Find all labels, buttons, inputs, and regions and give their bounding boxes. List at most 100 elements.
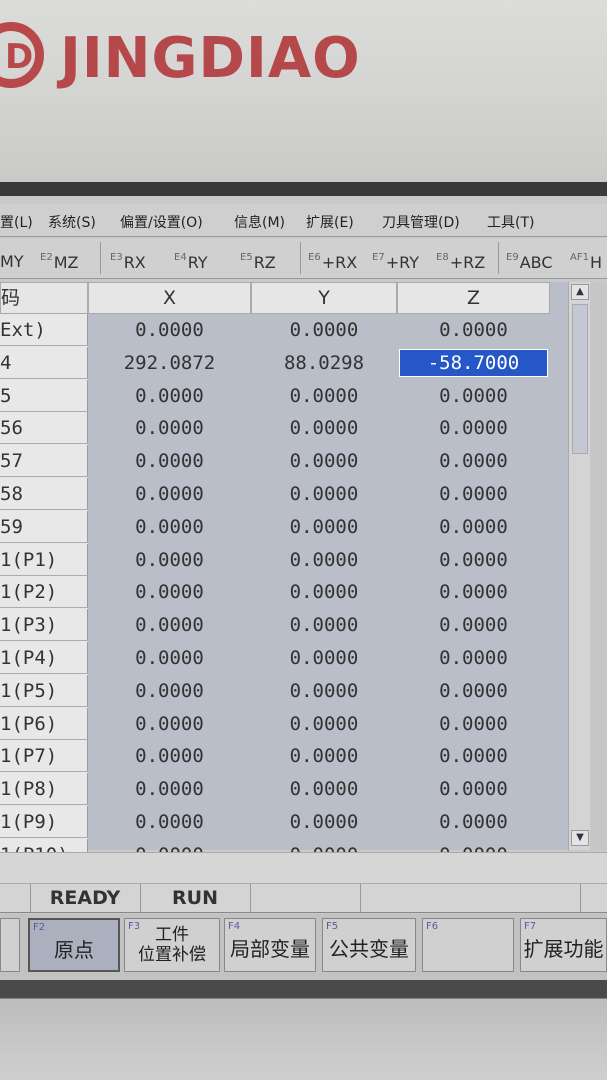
fkey-my[interactable]: MY [0,252,24,271]
table-cell-x[interactable]: 0.0000 [88,478,251,510]
table-cell-y[interactable]: 0.0000 [251,609,397,641]
row-label[interactable]: 58 [0,478,88,510]
table-cell-x[interactable]: 0.0000 [88,708,251,740]
function-key-row: MY E2MZ E3RX E4RY E5RZ E6+RX E7+RY E8+RZ… [0,238,607,279]
menu-item-extend[interactable]: 扩展(E) [306,212,354,232]
table-cell-z[interactable]: 0.0000 [397,511,550,543]
row-label[interactable]: 56 [0,412,88,445]
table-cell-y[interactable]: 0.0000 [251,544,397,576]
table-cell-z[interactable]: -58.7000 [399,348,548,377]
softkey-local-variables[interactable]: F4 局部变量 [224,918,316,972]
row-label[interactable]: 1(P5) [0,674,88,707]
table-cell-z[interactable]: 0.0000 [397,314,550,346]
fkey-ry[interactable]: E4RY [174,252,208,272]
fkey-af1[interactable]: AF1H [570,252,602,272]
header-z[interactable]: Z [397,282,550,314]
table-cell-y[interactable]: 88.0298 [251,347,397,379]
table-cell-x[interactable]: 0.0000 [88,609,251,641]
table-cell-z[interactable]: 0.0000 [397,478,550,510]
menu-item-tool-manage[interactable]: 刀具管理(D) [382,212,460,232]
fkey-mz[interactable]: E2MZ [40,252,78,272]
scroll-down-icon[interactable]: ▼ [571,830,589,846]
table-cell-z[interactable]: 0.0000 [397,412,550,444]
fkey-plus-rz[interactable]: E8+RZ [436,252,485,272]
table-cell-x[interactable]: 0.0000 [88,511,251,543]
header-x[interactable]: X [88,282,251,314]
brand-name: JINGDIAO [60,26,361,91]
scroll-thumb[interactable] [572,304,588,454]
row-label[interactable]: 1(P8) [0,773,88,806]
table-cell-y[interactable]: 0.0000 [251,642,397,674]
menu-item-system[interactable]: 系统(S) [48,212,96,232]
table-cell-x[interactable]: 0.0000 [88,576,251,608]
row-label[interactable]: 1(P3) [0,609,88,642]
table-cell-z[interactable]: 0.0000 [397,806,550,838]
table-cell-z[interactable]: 0.0000 [397,576,550,608]
softkey-work-offset-comp[interactable]: F3 工件 位置补偿 [124,918,220,972]
menu-item-info[interactable]: 信息(M) [234,212,285,232]
table-cell-z[interactable]: 0.0000 [397,380,550,412]
table-cell-y[interactable]: 0.0000 [251,675,397,707]
row-label[interactable]: 1(P9) [0,806,88,838]
softkey-extended-functions[interactable]: F7 扩展功能 [520,918,607,972]
menu-item-partial[interactable]: 置(L) [0,212,33,232]
table-cell-z[interactable]: 0.0000 [397,740,550,772]
table-cell-x[interactable]: 0.0000 [88,773,251,805]
row-label[interactable]: 57 [0,445,88,478]
softkey-f1[interactable] [0,918,20,972]
menu-bar: 置(L) 系统(S) 偏置/设置(O) 信息(M) 扩展(E) 刀具管理(D) … [0,204,607,237]
fkey-plus-rx[interactable]: E6+RX [308,252,357,272]
table-cell-z[interactable]: 0.0000 [397,642,550,674]
table-cell-x[interactable]: 0.0000 [88,675,251,707]
table-cell-z[interactable]: 0.0000 [397,445,550,477]
softkey-origin[interactable]: F2 原点 [28,918,120,972]
header-y[interactable]: Y [251,282,397,314]
row-label[interactable]: 4 [0,346,88,379]
fkey-abc[interactable]: E9ABC [506,252,553,272]
fkey-rx[interactable]: E3RX [110,252,146,272]
table-cell-z[interactable]: 0.0000 [397,544,550,576]
table-cell-x[interactable]: 0.0000 [88,380,251,412]
table-cell-x[interactable]: 0.0000 [88,806,251,838]
table-cell-y[interactable]: 0.0000 [251,740,397,772]
table-cell-y[interactable]: 0.0000 [251,708,397,740]
table-cell-y[interactable]: 0.0000 [251,806,397,838]
scroll-up-icon[interactable]: ▲ [571,284,589,300]
menu-item-tools[interactable]: 工具(T) [487,212,534,232]
row-label[interactable]: 1(P1) [0,543,88,576]
fkey-plus-ry[interactable]: E7+RY [372,252,419,272]
table-cell-y[interactable]: 0.0000 [251,380,397,412]
row-label[interactable]: 1(P7) [0,740,88,773]
row-label[interactable]: 5 [0,379,88,412]
row-label[interactable]: 1(P6) [0,707,88,740]
table-cell-y[interactable]: 0.0000 [251,478,397,510]
table-cell-z[interactable]: 0.0000 [397,675,550,707]
table-cell-z[interactable]: 0.0000 [397,609,550,641]
row-label[interactable]: 59 [0,510,88,543]
fkey-rz[interactable]: E5RZ [240,252,276,272]
table-cell-y[interactable]: 0.0000 [251,412,397,444]
row-label[interactable]: 1(P4) [0,642,88,674]
table-cell-y[interactable]: 0.0000 [251,314,397,346]
table-cell-x[interactable]: 0.0000 [88,642,251,674]
header-code: 码 [0,282,88,314]
table-cell-x[interactable]: 292.0872 [88,347,251,379]
table-cell-x[interactable]: 0.0000 [88,544,251,576]
table-cell-z[interactable]: 0.0000 [397,773,550,805]
table-cell-x[interactable]: 0.0000 [88,740,251,772]
table-cell-x[interactable]: 0.0000 [88,412,251,444]
table-cell-z[interactable]: 0.0000 [397,708,550,740]
softkey-common-variables[interactable]: F5 公共变量 [322,918,416,972]
table-cell-y[interactable]: 0.0000 [251,576,397,608]
table-cell-x[interactable]: 0.0000 [88,314,251,346]
vertical-scrollbar[interactable]: ▲ ▼ [568,282,591,850]
status-cell-empty-2 [360,884,581,912]
table-cell-y[interactable]: 0.0000 [251,445,397,477]
row-label[interactable]: 1(P2) [0,576,88,609]
table-cell-y[interactable]: 0.0000 [251,773,397,805]
table-cell-x[interactable]: 0.0000 [88,445,251,477]
table-cell-y[interactable]: 0.0000 [251,511,397,543]
softkey-f6[interactable]: F6 [422,918,514,972]
menu-item-offset-settings[interactable]: 偏置/设置(O) [120,212,203,232]
row-label[interactable]: Ext) [0,314,88,346]
